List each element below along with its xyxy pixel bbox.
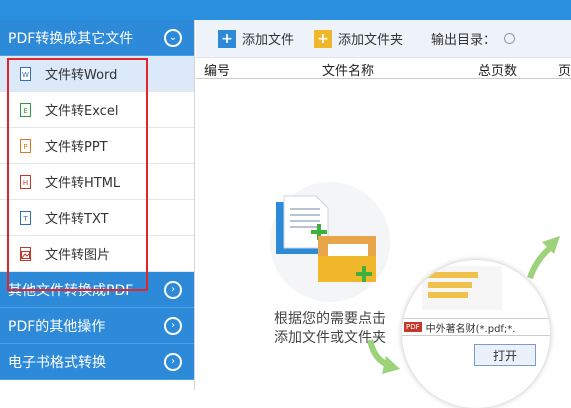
sidebar-item-to-excel[interactable]: E 文件转Excel — [0, 92, 194, 128]
add-file-label: 添加文件 — [242, 33, 295, 48]
column-header-number[interactable]: 编号 — [204, 60, 230, 79]
sidebar-section-other-to-pdf[interactable]: 其他文件转换成PDF › — [0, 272, 194, 308]
chevron-right-icon[interactable]: › — [164, 281, 182, 299]
chevron-right-icon[interactable]: › — [164, 317, 182, 335]
chevron-down-icon[interactable]: ⌄ — [164, 29, 182, 47]
sidebar-section-pdf-other-ops[interactable]: PDF的其他操作 › — [0, 308, 194, 344]
sidebar-item-label: 文件转TXT — [45, 212, 109, 227]
sidebar-section-ebook-convert[interactable]: 电子书格式转换 › — [0, 344, 194, 380]
table-header: 编号 文件名称 总页数 页 — [196, 58, 571, 79]
add-files-illustration — [270, 182, 390, 302]
column-header-filename[interactable]: 文件名称 — [322, 60, 374, 79]
sidebar-section-label: 电子书格式转换 — [8, 354, 106, 371]
sidebar-item-label: 文件转Word — [45, 68, 118, 83]
file-folder-icon — [276, 195, 376, 282]
sidebar-item-to-word[interactable]: W 文件转Word — [0, 56, 194, 92]
sidebar-section-label: PDF转换成其它文件 — [8, 30, 134, 47]
open-dialog-zoom: PDF 中外著名财(*.pdf;*. 打开 — [402, 260, 550, 408]
sidebar-section-label: 其他文件转换成PDF — [8, 282, 134, 299]
sidebar-sublist: W 文件转Word E 文件转Excel P 文件转PPT H 文件转HTML … — [0, 56, 194, 272]
add-folder-icon: + — [314, 29, 333, 48]
sidebar-item-to-txt[interactable]: T 文件转TXT — [0, 200, 194, 236]
ppt-file-icon: P — [20, 138, 31, 153]
folder-tree-preview — [422, 266, 502, 310]
sidebar-item-label: 文件转图片 — [45, 248, 111, 263]
add-folder-label: 添加文件夹 — [338, 33, 404, 48]
sidebar-item-label: 文件转PPT — [45, 140, 108, 155]
sidebar-item-label: 文件转Excel — [45, 104, 119, 119]
add-folder-button[interactable]: + 添加文件夹 — [314, 29, 403, 48]
sidebar-section-label: PDF的其他操作 — [8, 318, 106, 335]
output-dir-label: 输出目录： — [431, 33, 497, 48]
toolbar: + 添加文件 + 添加文件夹 输出目录： — [196, 20, 571, 58]
txt-file-icon: T — [20, 210, 31, 225]
main-panel: + 添加文件 + 添加文件夹 输出目录： 编号 文件名称 总页数 页 根据您的需… — [196, 20, 571, 408]
excel-file-icon: E — [20, 102, 31, 117]
top-bar — [0, 0, 571, 20]
open-button[interactable]: 打开 — [474, 344, 536, 366]
file-type-filter-text: 中外著名财(*.pdf;*. — [425, 323, 516, 335]
word-file-icon: W — [20, 66, 31, 81]
column-header-pages[interactable]: 页 — [558, 60, 571, 79]
image-file-icon — [20, 246, 31, 261]
sidebar-section-pdf-to-other[interactable]: PDF转换成其它文件 ⌄ — [0, 20, 194, 56]
hint-line-1: 根据您的需要点击 — [274, 311, 386, 327]
image-icon-glyph — [21, 250, 30, 259]
add-file-button[interactable]: + 添加文件 — [218, 29, 294, 48]
chevron-right-icon[interactable]: › — [164, 353, 182, 371]
sidebar: PDF转换成其它文件 ⌄ W 文件转Word E 文件转Excel P 文件转P… — [0, 20, 195, 390]
add-file-icon: + — [218, 29, 236, 48]
file-type-filter[interactable]: PDF 中外著名财(*.pdf;*. — [402, 318, 550, 336]
output-dir-radio[interactable] — [504, 33, 516, 44]
html-file-icon: H — [20, 174, 31, 189]
sidebar-item-to-html[interactable]: H 文件转HTML — [0, 164, 194, 200]
sidebar-item-label: 文件转HTML — [45, 176, 121, 191]
arrow-up-right-icon — [527, 236, 560, 280]
pdf-icon: PDF — [404, 322, 422, 332]
arrow-down-right-icon — [367, 339, 400, 374]
column-header-total-pages[interactable]: 总页数 — [478, 60, 517, 79]
sidebar-item-to-image[interactable]: 文件转图片 — [0, 236, 194, 272]
sidebar-item-to-ppt[interactable]: P 文件转PPT — [0, 128, 194, 164]
